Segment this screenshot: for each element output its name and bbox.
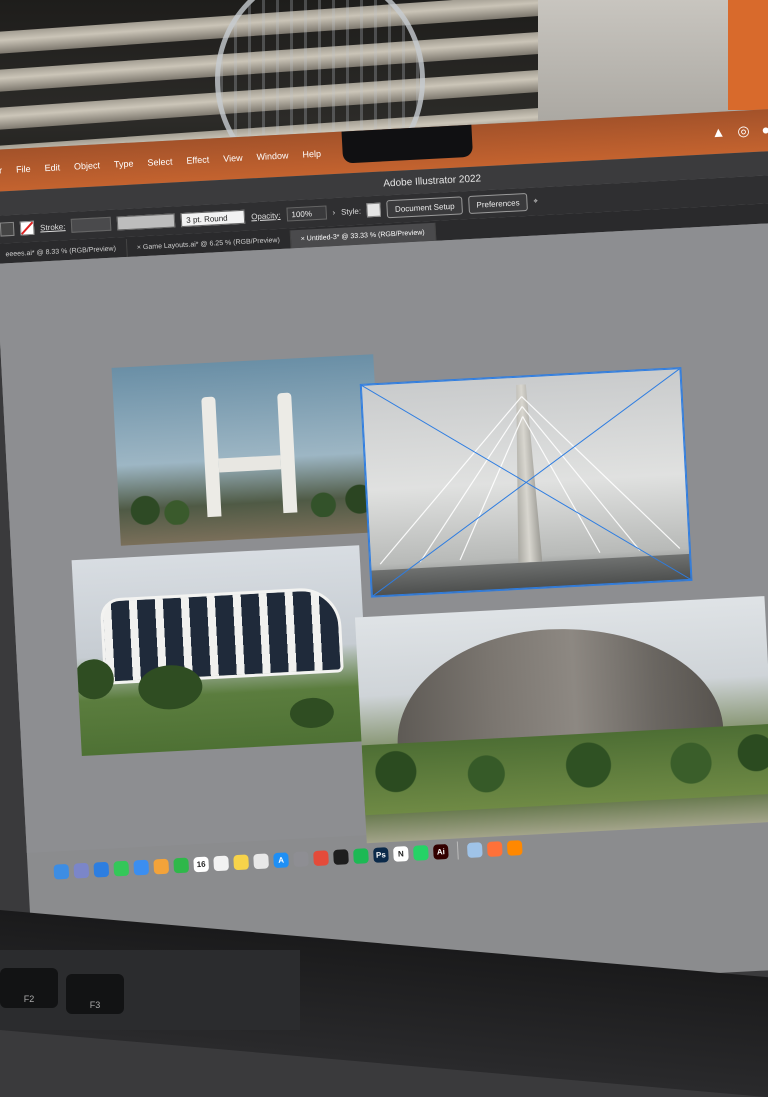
whatsapp-icon[interactable]	[412, 844, 429, 861]
menu-item-file[interactable]: File	[16, 164, 31, 175]
fill-swatch[interactable]	[0, 221, 15, 237]
vlc-icon[interactable]	[506, 839, 523, 856]
brush-definition-select[interactable]: 3 pt. Round	[180, 209, 246, 228]
brush-definition-value: 3 pt. Round	[186, 213, 228, 225]
graphic-style-swatch[interactable]	[366, 202, 382, 218]
menu-item-window[interactable]: Window	[256, 150, 288, 162]
key-label: F3	[89, 1000, 101, 1010]
key-f3[interactable]: F3	[66, 974, 124, 1014]
status-circle-icon[interactable]: ●	[761, 121, 768, 138]
notion-icon[interactable]: N	[392, 845, 409, 862]
city-gate-image[interactable]	[111, 354, 383, 546]
appstore-icon[interactable]: A	[273, 851, 289, 868]
variable-width-input[interactable]	[116, 213, 176, 231]
menu-item-type[interactable]: Type	[114, 159, 134, 170]
laptop-screen: r File Edit Object Type Select Effect Vi…	[0, 108, 768, 1009]
menu-item-illustrator[interactable]: r	[0, 165, 2, 175]
zuma-rock-image[interactable]	[354, 596, 768, 844]
facetime-icon[interactable]	[173, 857, 190, 873]
illustrator-icon[interactable]: Ai	[432, 843, 449, 860]
firefox-icon[interactable]	[486, 840, 503, 857]
artboard-canvas[interactable]	[0, 221, 768, 854]
bridge-image-selected[interactable]	[359, 367, 693, 598]
chrome-icon[interactable]	[313, 849, 329, 866]
chevron-right-icon[interactable]: ›	[332, 208, 335, 217]
spotify-icon[interactable]	[353, 847, 369, 864]
tab-label: Game Layouts.ai* @ 6.25 % (RGB/Preview)	[142, 236, 280, 251]
opacity-input[interactable]: 100%	[286, 205, 327, 222]
photoshop-icon[interactable]: Ps	[373, 846, 389, 863]
freeform-icon[interactable]	[253, 852, 269, 869]
camera-notch	[341, 124, 474, 164]
menu-item-view[interactable]: View	[223, 153, 243, 164]
photos-icon[interactable]	[153, 858, 170, 874]
orange-object	[728, 0, 768, 110]
notes-icon[interactable]	[233, 853, 249, 870]
vlc-status-icon[interactable]: ▲	[711, 124, 726, 142]
settings-icon[interactable]	[293, 850, 309, 867]
menu-item-select[interactable]: Select	[147, 156, 173, 167]
dock-separator	[456, 841, 459, 860]
stroke-swatch[interactable]	[19, 220, 35, 236]
safari-icon[interactable]	[93, 861, 110, 878]
trees	[117, 474, 382, 528]
document-setup-button[interactable]: Document Setup	[386, 196, 463, 219]
arrange-documents-icon[interactable]: ⌖	[533, 196, 538, 206]
mail-icon[interactable]	[133, 859, 150, 875]
finder-icon[interactable]	[53, 863, 70, 880]
style-label: Style:	[340, 206, 362, 217]
opacity-value: 100%	[291, 208, 313, 219]
gate-beam	[218, 455, 282, 473]
stroke-weight-input[interactable]	[71, 216, 112, 233]
menu-extras: ▲ ◎ ●	[711, 121, 768, 141]
figma-icon[interactable]	[333, 848, 349, 865]
creative-cloud-icon[interactable]: ◎	[737, 122, 750, 140]
calendar-icon[interactable]: 16	[193, 856, 210, 872]
reminders-icon[interactable]	[213, 854, 230, 871]
key-f2[interactable]: F2	[0, 968, 58, 1008]
tab-label: eeees.ai* @ 8.33 % (RGB/Preview)	[5, 245, 117, 258]
preferences-button[interactable]: Preferences	[468, 192, 529, 215]
tab-label: Untitled-3* @ 33.33 % (RGB/Preview)	[306, 228, 425, 243]
menu-item-effect[interactable]: Effect	[186, 155, 209, 166]
tree	[289, 696, 335, 730]
keyboard: F2 F3	[0, 950, 300, 1030]
stadium-building	[99, 586, 344, 685]
menu-item-edit[interactable]: Edit	[44, 162, 60, 173]
preview-icon[interactable]	[466, 841, 483, 858]
messages-icon[interactable]	[113, 860, 130, 876]
window-title: Adobe Illustrator 2022	[383, 172, 482, 189]
launchpad-icon[interactable]	[73, 862, 90, 879]
opacity-label[interactable]: Opacity:	[251, 210, 281, 221]
stadium-image[interactable]	[71, 545, 370, 757]
key-label: F2	[23, 994, 35, 1004]
menu-item-object[interactable]: Object	[74, 160, 101, 171]
menu-item-help[interactable]: Help	[302, 149, 321, 160]
stroke-label[interactable]: Stroke:	[40, 222, 66, 232]
